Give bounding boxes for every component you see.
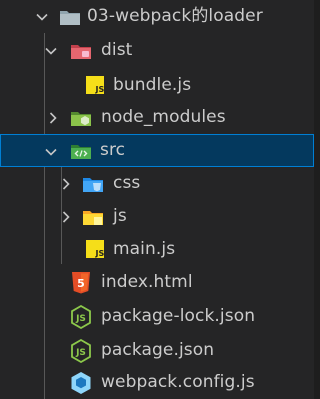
src-folder-icon <box>70 140 92 162</box>
chevron-down-icon <box>44 135 58 168</box>
tree-item-node-modules-folder[interactable]: node_modules <box>0 101 314 134</box>
tree-item-label: webpack.config.js <box>101 372 255 392</box>
tree-item-index-html[interactable]: 5 index.html <box>0 266 314 299</box>
tree-item-label: node_modules <box>101 107 226 127</box>
tree-item-main-js[interactable]: JS main.js <box>0 233 314 266</box>
tree-item-dist-folder[interactable]: dist <box>0 34 314 67</box>
tree-item-label: src <box>100 140 126 160</box>
chevron-right-icon <box>46 101 60 134</box>
tree-item-label: js <box>113 206 127 226</box>
js-folder-icon <box>82 206 104 228</box>
js-file-icon: JS <box>86 240 108 262</box>
tree-item-package-json[interactable]: JS package.json <box>0 334 314 367</box>
tree-item-label: css <box>113 173 141 193</box>
tree-item-package-lock-json[interactable]: JS package-lock.json <box>0 300 314 333</box>
svg-text:JS: JS <box>75 348 86 358</box>
tree-item-bundle-js[interactable]: JS bundle.js <box>0 69 314 102</box>
svg-text:JS: JS <box>75 314 86 324</box>
chevron-right-icon <box>59 167 73 200</box>
nodejs-file-icon: JS <box>70 305 92 329</box>
tree-item-label: main.js <box>113 239 176 259</box>
tree-item-js-folder[interactable]: js <box>0 200 314 233</box>
css-folder-icon <box>82 173 104 195</box>
chevron-down-icon <box>35 0 49 33</box>
file-explorer-tree: 03-webpack的loader dist JS bundle.js node… <box>0 0 314 399</box>
svg-text:JS: JS <box>95 85 105 94</box>
tree-item-label: 03-webpack的loader <box>87 6 263 26</box>
tree-item-label: package-lock.json <box>101 306 256 326</box>
nodejs-file-icon: JS <box>70 339 92 363</box>
tree-item-label: index.html <box>101 272 193 292</box>
tree-item-label: package.json <box>101 340 215 360</box>
webpack-file-icon <box>70 371 92 394</box>
tree-item-src-folder[interactable]: src <box>0 134 314 167</box>
node-folder-icon <box>70 107 92 129</box>
tree-item-webpack-config-js[interactable]: webpack.config.js <box>0 366 314 399</box>
tree-item-root-folder[interactable]: 03-webpack的loader <box>0 0 314 33</box>
html-file-icon: 5 <box>71 272 93 294</box>
folder-icon <box>59 6 81 28</box>
tree-item-css-folder[interactable]: css <box>0 167 314 200</box>
js-file-icon: JS <box>86 76 108 98</box>
tree-item-label: bundle.js <box>113 75 192 95</box>
svg-text:5: 5 <box>77 277 85 290</box>
chevron-right-icon <box>59 200 73 233</box>
dist-folder-icon <box>70 40 92 62</box>
chevron-down-icon <box>44 34 58 67</box>
tree-item-label: dist <box>101 40 133 60</box>
svg-text:JS: JS <box>95 249 105 258</box>
